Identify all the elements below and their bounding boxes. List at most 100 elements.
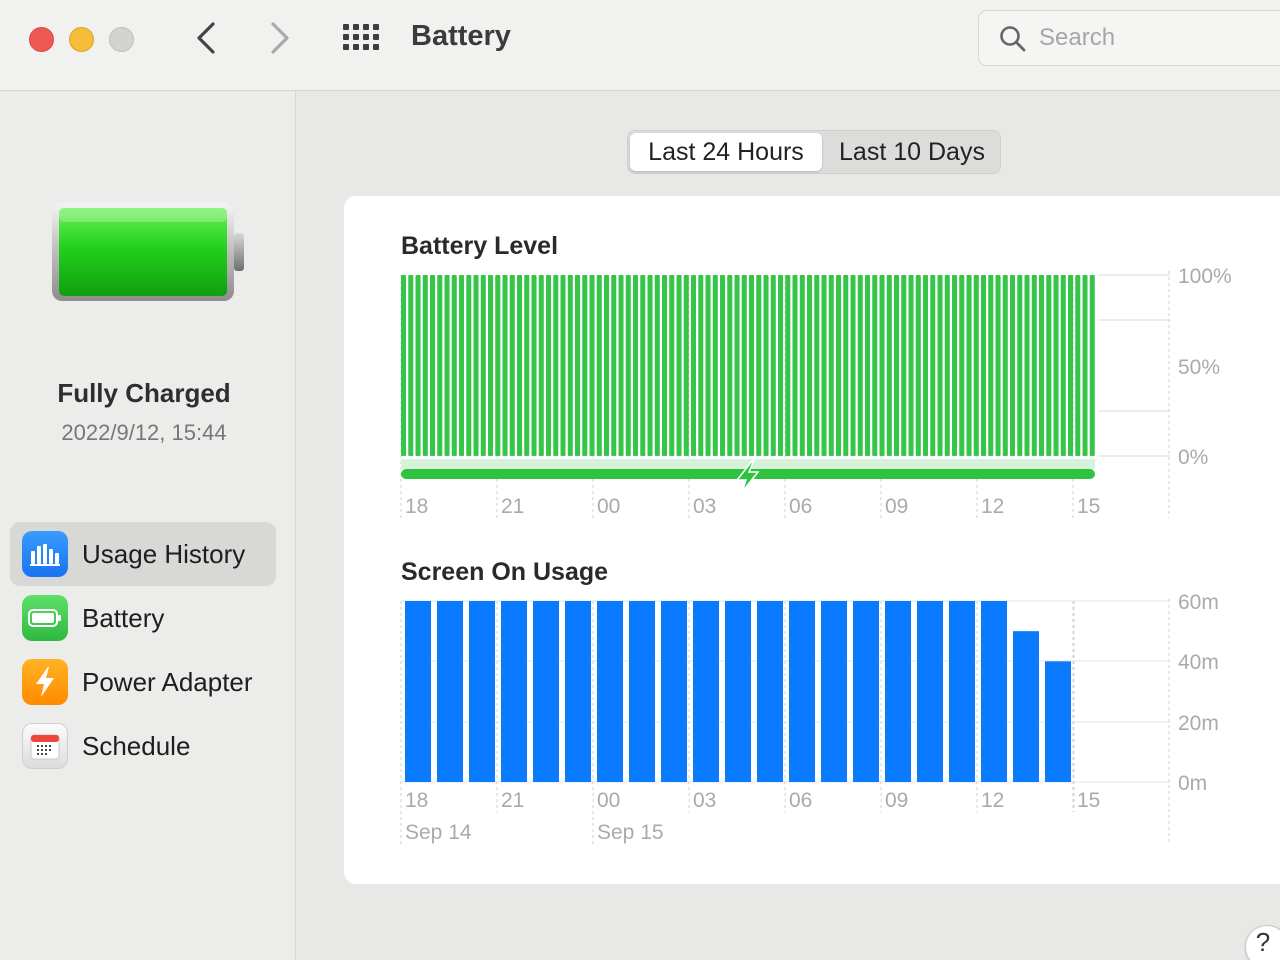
battery-level-bar bbox=[807, 275, 813, 456]
battery-level-bar bbox=[705, 275, 711, 456]
battery-level-bar bbox=[879, 275, 885, 456]
title-bar: Battery bbox=[0, 0, 1280, 91]
battery-level-bar bbox=[915, 275, 921, 456]
usage-history-panel: Battery Level Screen On Usage 18 21 00 03 06… bbox=[344, 196, 1280, 884]
battery-level-bar bbox=[611, 275, 617, 456]
back-button[interactable] bbox=[188, 18, 224, 58]
help-button[interactable]: ? bbox=[1245, 925, 1280, 960]
battery-level-bar bbox=[625, 275, 631, 456]
usage-chart-x-tick: 15 bbox=[1077, 789, 1100, 812]
battery-level-bar bbox=[473, 275, 479, 456]
time-range-segmented-control: Last 24 Hours Last 10 Days bbox=[627, 130, 1001, 174]
screen-usage-bar bbox=[917, 601, 943, 782]
battery-level-bar bbox=[1046, 275, 1052, 456]
battery-chart-y-tick: 0% bbox=[1178, 446, 1208, 469]
screen-usage-bar bbox=[693, 601, 719, 782]
battery-chart-x-tick: 18 bbox=[405, 495, 428, 518]
battery-charged-icon bbox=[52, 203, 244, 301]
search-field[interactable] bbox=[978, 10, 1280, 66]
screen-usage-bar bbox=[405, 601, 431, 782]
battery-level-bar bbox=[894, 275, 900, 456]
usage-chart-x-tick: 12 bbox=[981, 789, 1004, 812]
battery-level-bar bbox=[727, 275, 733, 456]
battery-level-bar bbox=[930, 275, 936, 456]
battery-level-bar bbox=[1017, 275, 1023, 456]
search-icon bbox=[1000, 26, 1026, 52]
sidebar: Fully Charged 2022/9/12, 15:44 Usage His… bbox=[0, 92, 296, 960]
screen-usage-bar bbox=[1013, 631, 1039, 782]
battery-level-bar bbox=[886, 275, 892, 456]
usage-chart-y-tick: 40m bbox=[1178, 651, 1219, 674]
battery-level-bar bbox=[756, 275, 762, 456]
battery-chart-y-tick: 100% bbox=[1178, 265, 1232, 288]
usage-chart-y-tick: 60m bbox=[1178, 591, 1219, 614]
forward-button[interactable] bbox=[262, 18, 298, 58]
battery-level-bar bbox=[1053, 275, 1059, 456]
battery-level-bar bbox=[712, 275, 718, 456]
battery-level-bar bbox=[981, 275, 987, 456]
battery-level-bar bbox=[850, 275, 856, 456]
sidebar-item-label: Power Adapter bbox=[82, 666, 253, 697]
battery-level-bar bbox=[1039, 275, 1045, 456]
show-all-grid-button[interactable] bbox=[343, 24, 381, 52]
usage-history-icon bbox=[22, 531, 68, 577]
battery-level-bar bbox=[901, 275, 907, 456]
screen-usage-bar bbox=[981, 601, 1007, 782]
battery-level-bar bbox=[401, 275, 407, 456]
battery-level-bar bbox=[488, 275, 494, 456]
battery-level-bar bbox=[633, 275, 639, 456]
tab-last-24-hours[interactable]: Last 24 Hours bbox=[630, 133, 822, 171]
search-input[interactable] bbox=[1039, 21, 1269, 55]
usage-chart-x-tick: 06 bbox=[789, 789, 812, 812]
battery-level-bar bbox=[937, 275, 943, 456]
battery-level-bar bbox=[923, 275, 929, 456]
sidebar-item-usage-history[interactable]: Usage History bbox=[10, 522, 276, 586]
battery-level-bar bbox=[821, 275, 827, 456]
battery-level-bar bbox=[589, 275, 595, 456]
screen-usage-bar bbox=[501, 601, 527, 782]
screen-usage-bar bbox=[469, 601, 495, 782]
sidebar-item-power-adapter[interactable]: Power Adapter bbox=[10, 650, 276, 714]
battery-chart-x-tick: 15 bbox=[1077, 495, 1100, 518]
screen-usage-bar bbox=[757, 601, 783, 782]
battery-level-bar bbox=[502, 275, 508, 456]
battery-level-bar bbox=[966, 275, 972, 456]
tab-last-10-days[interactable]: Last 10 Days bbox=[824, 133, 1000, 171]
battery-level-bar bbox=[596, 275, 602, 456]
battery-level-bar bbox=[749, 275, 755, 456]
battery-level-bar bbox=[408, 275, 414, 456]
battery-level-bar bbox=[857, 275, 863, 456]
battery-level-bar bbox=[1089, 275, 1095, 456]
battery-level-bar bbox=[944, 275, 950, 456]
battery-level-bar bbox=[451, 275, 457, 456]
minimize-window-button[interactable] bbox=[69, 27, 94, 52]
battery-level-bar bbox=[1031, 275, 1037, 456]
usage-chart-x-tick: 09 bbox=[885, 789, 908, 812]
sidebar-item-battery[interactable]: Battery bbox=[10, 586, 276, 650]
battery-level-bar bbox=[988, 275, 994, 456]
window-title: Battery bbox=[411, 20, 511, 52]
usage-chart-date-label: Sep 14 bbox=[405, 821, 472, 844]
screen-usage-bar bbox=[437, 601, 463, 782]
battery-status-title: Fully Charged bbox=[57, 378, 231, 408]
battery-level-bar bbox=[952, 275, 958, 456]
battery-level-bar bbox=[995, 275, 1001, 456]
battery-level-bar bbox=[415, 275, 421, 456]
zoom-window-button[interactable] bbox=[109, 27, 134, 52]
screen-usage-bar bbox=[885, 601, 911, 782]
battery-level-bar bbox=[959, 275, 965, 456]
sidebar-item-label: Battery bbox=[82, 602, 165, 633]
battery-level-bar bbox=[683, 275, 689, 456]
battery-chart-x-tick: 21 bbox=[501, 495, 524, 518]
battery-level-bar bbox=[1075, 275, 1081, 456]
screen-usage-bar bbox=[789, 601, 815, 782]
close-window-button[interactable] bbox=[29, 27, 54, 52]
battery-chart-x-tick: 12 bbox=[981, 495, 1004, 518]
sidebar-item-schedule[interactable]: Schedule bbox=[10, 714, 276, 778]
screen-on-usage-chart: 18 21 00 03 06 09 12 15 Sep 14 Sep 15 60m 40m 20m 0m bbox=[400, 591, 1219, 844]
chevron-left-icon bbox=[197, 22, 215, 54]
screen-usage-bar bbox=[821, 601, 847, 782]
battery-level-bar bbox=[734, 275, 740, 456]
battery-level-bar bbox=[480, 275, 486, 456]
battery-level-bar bbox=[865, 275, 871, 456]
